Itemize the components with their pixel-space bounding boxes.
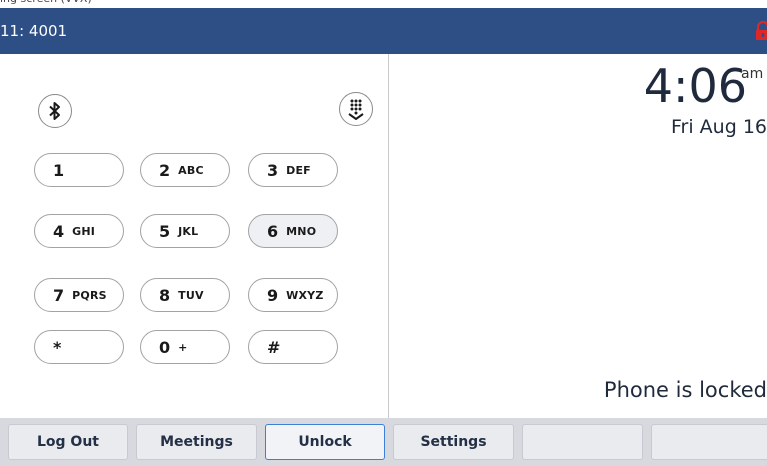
key-digit: *	[53, 337, 62, 357]
dial-key-3[interactable]: 3 DEF	[248, 153, 338, 187]
key-digit: 5	[159, 221, 171, 241]
locked-status-message: Phone is locked	[603, 378, 767, 402]
unlock-button[interactable]: Unlock	[265, 424, 385, 460]
softkey-bar: Log Out Meetings Unlock Settings	[0, 418, 767, 466]
key-letters: MNO	[286, 224, 317, 238]
key-digit: 1	[53, 160, 65, 180]
key-letters: JKL	[178, 224, 199, 238]
bluetooth-button[interactable]	[38, 94, 72, 128]
dial-key-8[interactable]: 8 TUV	[140, 278, 230, 312]
empty-softkey-5[interactable]	[522, 424, 643, 460]
dialpad-panel: 1 2 ABC 3 DEF 4 GHI 5 JKL 6 MNO 7 PQRS 8…	[0, 54, 388, 418]
clock-date: Fri Aug 16	[671, 116, 767, 138]
key-digit: 9	[267, 285, 279, 305]
dialpad-collapse-icon	[348, 99, 364, 120]
key-digit: 4	[53, 221, 65, 241]
line-label[interactable]: 11: 4001	[0, 22, 67, 40]
dial-key-star[interactable]: *	[34, 330, 124, 364]
key-letters: WXYZ	[286, 288, 324, 302]
clock-ampm: am	[741, 66, 764, 82]
clock-time: 4:06	[643, 59, 747, 113]
key-letters: PQRS	[72, 288, 107, 302]
status-panel: 4:06 am Fri Aug 16 Phone is locked	[389, 54, 767, 418]
dial-key-4[interactable]: 4 GHI	[34, 214, 124, 248]
key-letters: GHI	[72, 224, 96, 238]
dial-key-2[interactable]: 2 ABC	[140, 153, 230, 187]
log-out-button[interactable]: Log Out	[8, 424, 128, 460]
dialpad-toggle-button[interactable]	[339, 92, 373, 126]
key-digit: 8	[159, 285, 171, 305]
dial-key-0[interactable]: 0 +	[140, 330, 230, 364]
dial-key-6[interactable]: 6 MNO	[248, 214, 338, 248]
dial-key-7[interactable]: 7 PQRS	[34, 278, 124, 312]
bluetooth-icon	[49, 102, 60, 120]
key-letters: DEF	[286, 163, 311, 177]
key-digit: #	[267, 337, 281, 357]
key-digit: 7	[53, 285, 65, 305]
cropped-caption: ing screen (VVX)	[0, 0, 767, 8]
key-digit: 2	[159, 160, 171, 180]
dial-key-5[interactable]: 5 JKL	[140, 214, 230, 248]
key-digit: 6	[267, 221, 279, 241]
key-letters: +	[178, 340, 188, 354]
dial-key-1[interactable]: 1	[34, 153, 124, 187]
settings-button[interactable]: Settings	[393, 424, 514, 460]
dial-key-9[interactable]: 9 WXYZ	[248, 278, 338, 312]
empty-softkey-6[interactable]	[651, 424, 767, 460]
key-digit: 0	[159, 337, 171, 357]
key-letters: TUV	[178, 288, 204, 302]
dial-key-hash[interactable]: #	[248, 330, 338, 364]
key-digit: 3	[267, 160, 279, 180]
status-bar: 11: 4001	[0, 8, 767, 54]
key-letters: ABC	[178, 163, 204, 177]
padlock-icon	[755, 21, 767, 41]
meetings-button[interactable]: Meetings	[136, 424, 257, 460]
